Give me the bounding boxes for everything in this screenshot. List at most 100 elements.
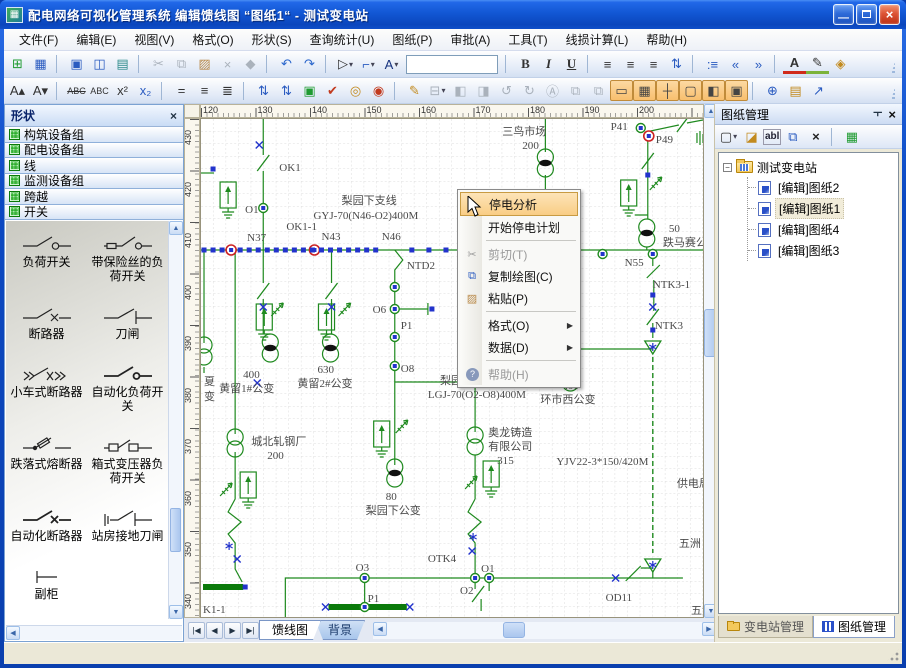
next-page-icon[interactable]: ▶: [224, 622, 241, 639]
delete-icon[interactable]: ×: [216, 54, 239, 75]
publish-drawing-icon[interactable]: ▦: [840, 126, 863, 147]
sep[interactable]: [243, 82, 250, 100]
menu-item[interactable]: 审批(A): [441, 29, 499, 50]
first-page-icon[interactable]: |◀: [188, 622, 205, 639]
shape-item-load-switch[interactable]: 负荷开关: [6, 233, 87, 283]
menu-item[interactable]: 帮助(H): [637, 29, 696, 50]
drawings-panel-close-icon[interactable]: ×: [888, 107, 896, 122]
rename-drawing-icon[interactable]: abl: [763, 129, 781, 145]
rotate-left-icon[interactable]: ↺: [495, 80, 518, 101]
sep[interactable]: [587, 55, 594, 73]
shape-item-trolley-breaker[interactable]: 小车式断路器: [6, 363, 87, 413]
paste-icon[interactable]: ▨: [193, 54, 216, 75]
scroll-down-icon[interactable]: ▼: [169, 605, 183, 619]
open-drawing-icon[interactable]: ◫: [88, 54, 111, 75]
rotate-text-icon[interactable]: Ⓐ: [541, 80, 564, 101]
shape-group-header[interactable]: ▦ 监测设备组: [5, 174, 183, 190]
bold-icon[interactable]: B: [514, 54, 537, 75]
tab-substation-management[interactable]: 变电站管理: [718, 616, 813, 638]
format-painter-icon[interactable]: ◆: [239, 54, 262, 75]
sep[interactable]: [56, 55, 63, 73]
shape-info-icon[interactable]: ▤: [784, 80, 807, 101]
pointer-jump-icon[interactable]: ↗: [807, 80, 830, 101]
tree-item-drawing[interactable]: [编辑]图纸2: [748, 177, 896, 198]
strikethrough-icon[interactable]: ABC: [65, 80, 88, 101]
send-back-icon[interactable]: ⧉: [587, 80, 610, 101]
bullets-icon[interactable]: :≡: [701, 54, 724, 75]
shape-group-header[interactable]: ▦ 配电设备组: [5, 143, 183, 159]
save-icon[interactable]: ▣: [65, 54, 88, 75]
find-device-icon[interactable]: ◎: [344, 80, 367, 101]
font-color-icon[interactable]: A: [783, 55, 806, 74]
align-right-icon[interactable]: ≡: [642, 54, 665, 75]
last-page-icon[interactable]: ▶|: [242, 622, 259, 639]
flip-vertical-icon[interactable]: ◨: [472, 80, 495, 101]
background-toggle-icon[interactable]: ▣: [725, 80, 748, 101]
title-bar[interactable]: ▦ 配电网络可视化管理系统 编辑馈线图 “图纸1“ - 测试变电站 — ×: [0, 0, 906, 29]
sep[interactable]: [752, 82, 759, 100]
menu-item[interactable]: 工具(T): [499, 29, 556, 50]
pan-zoom-icon[interactable]: ⊕: [761, 80, 784, 101]
shapes-panel-close-icon[interactable]: ×: [170, 109, 177, 123]
close-button[interactable]: ×: [879, 4, 900, 25]
page-setup-icon[interactable]: ◧: [702, 80, 725, 101]
menu-item[interactable]: 文件(F): [10, 29, 67, 50]
approval-stamp-icon[interactable]: ◉: [367, 80, 390, 101]
copy-icon[interactable]: ⧉: [170, 54, 193, 75]
canvas-horizontal-scrollbar[interactable]: ◀ ▶: [373, 622, 716, 639]
tab-drawing-management[interactable]: 图纸管理: [813, 616, 895, 638]
tree-item-drawing[interactable]: [编辑]图纸1: [748, 198, 896, 219]
minimize-button[interactable]: —: [833, 4, 854, 25]
shape-item-box-transformer-switch[interactable]: 箱式变压器负荷开关: [87, 435, 168, 485]
shape-item-breaker[interactable]: 断路器: [6, 305, 87, 341]
outdent-icon[interactable]: «: [724, 54, 747, 75]
menu-item[interactable]: 格式(O): [183, 29, 242, 50]
sep[interactable]: [831, 128, 838, 146]
cut-icon[interactable]: ✂: [147, 54, 170, 75]
spacing-15-icon[interactable]: ≡: [193, 80, 216, 101]
ruler-toggle-icon[interactable]: ▭: [610, 80, 633, 101]
shape-item-fused-load-switch[interactable]: 带保险丝的负荷开关: [87, 233, 168, 283]
smallcaps-icon[interactable]: ABC: [88, 80, 111, 101]
print-icon[interactable]: ▤: [111, 54, 134, 75]
tree-item-drawing[interactable]: [编辑]图纸3: [748, 240, 896, 261]
pin-icon[interactable]: ⊦: [870, 111, 884, 118]
context-item-data[interactable]: 数据(D) ▶: [460, 336, 578, 358]
audit-drawing-icon[interactable]: ✔: [321, 80, 344, 101]
menu-item[interactable]: 形状(S): [243, 29, 301, 50]
sep[interactable]: [56, 82, 63, 100]
maximize-button[interactable]: [856, 4, 877, 25]
spacing-double-icon[interactable]: ≣: [216, 80, 239, 101]
superscript-icon[interactable]: x²: [111, 80, 134, 101]
font-decrease-icon[interactable]: A▾: [29, 80, 52, 101]
tree-item-drawing[interactable]: [编辑]图纸4: [748, 219, 896, 240]
prev-page-icon[interactable]: ◀: [206, 622, 223, 639]
menu-item[interactable]: 查询统计(U): [301, 29, 384, 50]
feeder-diagram[interactable]: 三鸟市场 200 P41 P49 50 跌马赛公变 OK1 O1 OK1-1 N…: [201, 119, 703, 617]
shape-group-header[interactable]: ▦ 线: [5, 158, 183, 174]
grid-toggle-icon[interactable]: ▦: [633, 80, 656, 101]
bring-front-icon[interactable]: ⧉: [564, 80, 587, 101]
scrollbar-thumb[interactable]: [170, 508, 181, 552]
shape-group-header[interactable]: ▦ 构筑设备组: [5, 127, 183, 143]
scroll-up-icon[interactable]: ▲: [169, 221, 183, 235]
drawing-viewport[interactable]: 三鸟市场 200 P41 P49 50 跌马赛公变 OK1 O1 OK1-1 N…: [200, 118, 704, 618]
sep[interactable]: [505, 55, 512, 73]
guides-toggle-icon[interactable]: ┼: [656, 80, 679, 101]
menu-item[interactable]: 线损计算(L): [557, 29, 638, 50]
copy-drawing-icon[interactable]: ⧉: [781, 126, 804, 147]
context-item-start-outage-plan[interactable]: 开始停电计划: [460, 216, 578, 238]
context-item-outage-analysis[interactable]: 停电分析: [460, 192, 578, 216]
resize-grip[interactable]: [886, 648, 900, 662]
sep[interactable]: [266, 55, 273, 73]
align-left-icon[interactable]: ≡: [596, 54, 619, 75]
new-drawing-icon[interactable]: ▢: [717, 126, 740, 147]
view-drawing-icon[interactable]: ▣: [298, 80, 321, 101]
sep[interactable]: [692, 55, 699, 73]
sep[interactable]: [394, 82, 401, 100]
sheet-tab[interactable]: 背景: [315, 620, 365, 640]
layout-shape-icon[interactable]: ⊟: [426, 80, 449, 101]
scroll-left-icon[interactable]: ◀: [373, 622, 387, 636]
undo-icon[interactable]: ↶: [275, 54, 298, 75]
export-drawing-icon[interactable]: ⊞: [6, 54, 29, 75]
